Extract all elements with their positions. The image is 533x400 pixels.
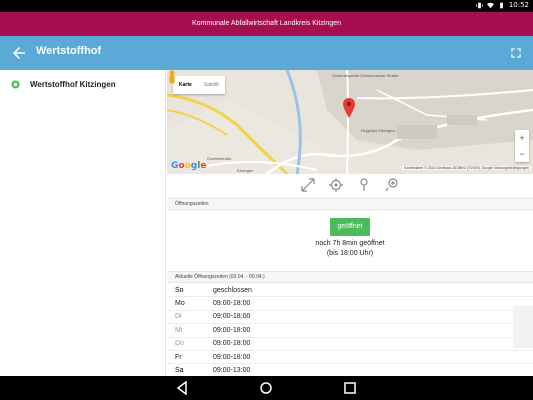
detail-pane: Gewerbegebiet Schwarzacher Straße Flugpl…: [167, 70, 533, 376]
table-row: Mo 09:00-18:00: [167, 297, 533, 311]
day-label: Fr: [175, 353, 182, 361]
vibrate-icon: [476, 2, 483, 8]
pin-icon[interactable]: [357, 178, 371, 192]
pegman-icon[interactable]: [167, 70, 177, 84]
map-label: Flugplatz Kitzingen: [361, 128, 395, 133]
table-row: Mi 09:00-18:00: [167, 324, 533, 338]
map-label: Gewerbegebiet Schwarzacher Straße: [332, 73, 399, 78]
add-pin-icon[interactable]: [385, 178, 399, 192]
battery-icon: [499, 2, 503, 8]
map-view[interactable]: Gewerbegebiet Schwarzacher Straße Flugpl…: [167, 70, 533, 174]
status-bar: 10:52: [0, 0, 533, 12]
sidebar-item-label: Wertstoffhof Kitzingen: [30, 79, 116, 89]
map-attribution[interactable]: Kartendaten © 2016 GeoBasis-DE/BKG (©200…: [402, 166, 531, 170]
back-arrow-icon[interactable]: [10, 44, 28, 62]
current-hours-header: Aktuelle Öffnungszeiten (03.04. - 09.04.…: [167, 271, 533, 283]
status-badge: geöffnet: [330, 218, 370, 236]
open-remaining: noch 7h 8min geöffnet (bis 18:00 Uhr): [167, 239, 533, 259]
time-value: 09:00-13:00: [213, 367, 251, 375]
recents-icon[interactable]: [343, 381, 357, 395]
page-title: Wertstoffhof: [36, 45, 102, 57]
map-actions: [167, 174, 533, 196]
map-type-switch: Karte Satellit: [173, 76, 225, 94]
table-row: Do 09:00-18:00: [167, 338, 533, 351]
clock: 10:52: [508, 1, 529, 9]
app-bar: Wertstoffhof: [0, 36, 533, 70]
locate-icon[interactable]: [329, 178, 343, 192]
brand-bar: Kommunale Abfallwirtschaft Landkreis Kit…: [0, 12, 533, 36]
zoom-control: + −: [515, 130, 529, 162]
table-row: Fr 09:00-18:00: [167, 351, 533, 365]
day-label: Do: [175, 340, 184, 348]
until-text: (bis 18:00 Uhr): [326, 250, 374, 257]
wifi-icon: [486, 2, 494, 8]
zoom-out-button[interactable]: −: [515, 146, 529, 162]
table-row: Di 09:00-18:00: [167, 311, 533, 325]
table-row: Sa 09:00-13:00: [167, 364, 533, 376]
day-label: Di: [175, 313, 182, 321]
day-label: Sa: [175, 367, 184, 375]
day-label: So: [175, 286, 184, 294]
home-icon[interactable]: [259, 381, 273, 395]
time-value: 09:00-18:00: [213, 353, 251, 361]
fullscreen-icon[interactable]: [301, 178, 315, 192]
hours-table: So geschlossen Mo 09:00-18:00 Di 09:00-1…: [167, 284, 533, 376]
table-row: So geschlossen: [167, 284, 533, 298]
back-icon[interactable]: [175, 381, 189, 395]
time-value: 09:00-18:00: [213, 313, 251, 321]
zoom-in-button[interactable]: +: [515, 130, 529, 146]
time-value: 09:00-18:00: [213, 300, 251, 308]
time-value: 09:00-18:00: [213, 326, 251, 334]
sidebar: Wertstoffhof Kitzingen: [0, 70, 166, 376]
remaining-text: noch 7h 8min geöffnet: [315, 240, 385, 247]
time-value: geschlossen: [213, 286, 252, 294]
opening-section-header: Öffnungszeiten: [167, 198, 533, 210]
expand-icon[interactable]: [509, 46, 523, 60]
location-pin-icon[interactable]: [343, 98, 355, 118]
google-logo: Google: [171, 161, 207, 171]
scroll-indicator[interactable]: [513, 306, 533, 348]
day-label: Mo: [175, 300, 185, 308]
recycle-icon: [11, 79, 20, 89]
map-label: Kitzingen: [237, 168, 254, 173]
sidebar-item-wertstoffhof-kitzingen[interactable]: Wertstoffhof Kitzingen: [0, 74, 166, 94]
map-label: Goethestraße: [207, 156, 232, 161]
status-icons: 10:52: [476, 1, 529, 9]
day-label: Mi: [175, 326, 183, 334]
map-type-satellit[interactable]: Satellit: [198, 76, 225, 94]
time-value: 09:00-18:00: [213, 340, 251, 348]
system-nav-bar: [0, 376, 533, 400]
